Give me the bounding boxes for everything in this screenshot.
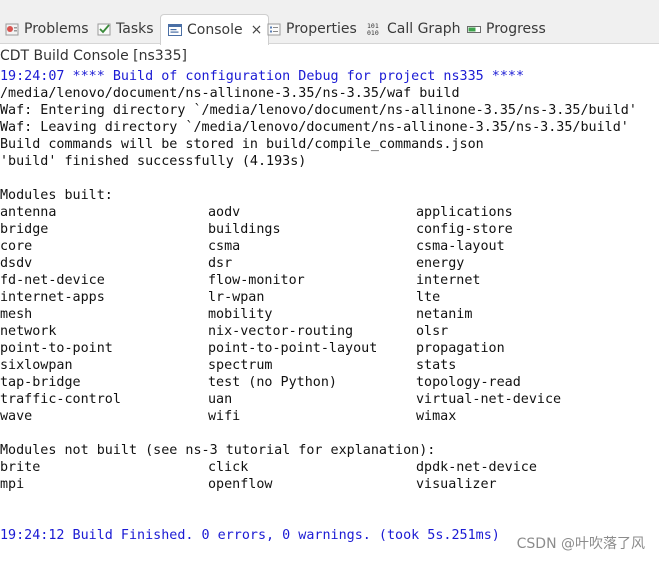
module-name: core xyxy=(0,239,33,254)
module-name: stats xyxy=(416,358,457,373)
module-name: brite xyxy=(0,460,41,475)
module-name: fd-net-device xyxy=(0,273,105,288)
tab-tasks[interactable]: Tasks xyxy=(96,14,154,44)
tab-call-graph-label: Call Graph xyxy=(387,21,461,37)
module-name: propagation xyxy=(416,341,505,356)
tasks-icon xyxy=(96,21,112,37)
module-name: internet-apps xyxy=(0,290,105,305)
problems-icon xyxy=(4,21,20,37)
module-row: point-to-point point-to-point-layout pro… xyxy=(0,340,659,357)
tab-properties-label: Properties xyxy=(286,21,357,37)
module-name: config-store xyxy=(416,222,513,237)
module-row: bridge buildings config-store xyxy=(0,221,659,238)
module-name: dsdv xyxy=(0,256,33,271)
module-name: click xyxy=(208,460,249,475)
module-name: dpdk-net-device xyxy=(416,460,537,475)
module-row: tap-bridge test (no Python) topology-rea… xyxy=(0,374,659,391)
module-name: visualizer xyxy=(416,477,497,492)
module-name: topology-read xyxy=(416,375,521,390)
close-icon[interactable]: × xyxy=(251,22,263,38)
module-name: lte xyxy=(416,290,441,305)
module-name: test (no Python) xyxy=(208,375,337,390)
tab-problems[interactable]: Problems xyxy=(4,14,89,44)
module-name: lr-wpan xyxy=(208,290,265,305)
module-name: uan xyxy=(208,392,233,407)
module-row: network nix-vector-routing olsr xyxy=(0,323,659,340)
module-name: buildings xyxy=(208,222,281,237)
module-name: spectrum xyxy=(208,358,273,373)
tab-progress[interactable]: Progress xyxy=(466,14,546,44)
watermark: CSDN @叶吹落了风 xyxy=(516,536,645,552)
tab-console[interactable]: Console × xyxy=(160,14,270,45)
view-tab-bar: Problems Tasks Console × Properties 101 … xyxy=(0,0,659,45)
tab-problems-label: Problems xyxy=(24,21,89,37)
properties-icon xyxy=(266,21,282,37)
tab-call-graph[interactable]: 101 010 Call Graph xyxy=(367,14,461,44)
module-name: mobility xyxy=(208,307,273,322)
module-name: energy xyxy=(416,256,465,271)
console-line: Waf: Entering directory `/media/lenovo/d… xyxy=(0,103,637,118)
module-row: fd-net-device flow-monitor internet xyxy=(0,272,659,289)
module-name: netanim xyxy=(416,307,473,322)
tab-progress-label: Progress xyxy=(486,21,546,37)
console-line: Waf: Leaving directory `/media/lenovo/do… xyxy=(0,120,629,135)
module-name: dsr xyxy=(208,256,233,271)
module-name: bridge xyxy=(0,222,49,237)
module-name: openflow xyxy=(208,477,273,492)
module-name: tap-bridge xyxy=(0,375,81,390)
modules-built-heading: Modules built: xyxy=(0,188,113,203)
console-output[interactable]: 19:24:07 **** Build of configuration Deb… xyxy=(0,68,659,544)
eclipse-console-view: Problems Tasks Console × Properties 101 … xyxy=(0,0,659,561)
module-row: wave wifi wimax xyxy=(0,408,659,425)
module-name: flow-monitor xyxy=(208,273,305,288)
module-name: mpi xyxy=(0,477,25,492)
tab-properties[interactable]: Properties xyxy=(266,14,357,44)
module-name: point-to-point-layout xyxy=(208,341,378,356)
console-line: 'build' finished successfully (4.193s) xyxy=(0,154,307,169)
module-row: mesh mobility netanim xyxy=(0,306,659,323)
console-line: Build commands will be stored in build/c… xyxy=(0,137,484,152)
module-name: wimax xyxy=(416,409,457,424)
module-row: core csma csma-layout xyxy=(0,238,659,255)
module-name: applications xyxy=(416,205,513,220)
modules-not-built-heading: Modules not built (see ns-3 tutorial for… xyxy=(0,443,436,458)
module-name: network xyxy=(0,324,57,339)
module-name: virtual-net-device xyxy=(416,392,562,407)
module-row: brite click dpdk-net-device xyxy=(0,459,659,476)
tab-console-label: Console xyxy=(187,22,243,38)
module-name: csma-layout xyxy=(416,239,505,254)
console-title: CDT Build Console [ns335] xyxy=(0,48,187,64)
module-name: internet xyxy=(416,273,481,288)
module-name: nix-vector-routing xyxy=(208,324,354,339)
module-row: sixlowpan spectrum stats xyxy=(0,357,659,374)
module-name: olsr xyxy=(416,324,449,339)
module-name: point-to-point xyxy=(0,341,113,356)
tab-tasks-label: Tasks xyxy=(116,21,154,37)
module-name: sixlowpan xyxy=(0,358,73,373)
module-row: mpi openflow visualizer xyxy=(0,476,659,493)
module-name: traffic-control xyxy=(0,392,121,407)
console-line: 19:24:07 **** Build of configuration Deb… xyxy=(0,69,525,84)
module-row: internet-apps lr-wpan lte xyxy=(0,289,659,306)
module-name: mesh xyxy=(0,307,33,322)
console-icon xyxy=(167,22,183,38)
module-row: dsdv dsr energy xyxy=(0,255,659,272)
console-line: /media/lenovo/document/ns-allinone-3.35/… xyxy=(0,86,460,101)
module-row: antenna aodv applications xyxy=(0,204,659,221)
module-row: traffic-control uan virtual-net-device xyxy=(0,391,659,408)
module-name: antenna xyxy=(0,205,57,220)
svg-text:010: 010 xyxy=(367,29,379,37)
module-name: wifi xyxy=(208,409,241,424)
progress-icon xyxy=(466,21,482,37)
module-name: wave xyxy=(0,409,33,424)
call-graph-icon: 101 010 xyxy=(367,21,383,37)
module-name: csma xyxy=(208,239,241,254)
module-name: aodv xyxy=(208,205,241,220)
